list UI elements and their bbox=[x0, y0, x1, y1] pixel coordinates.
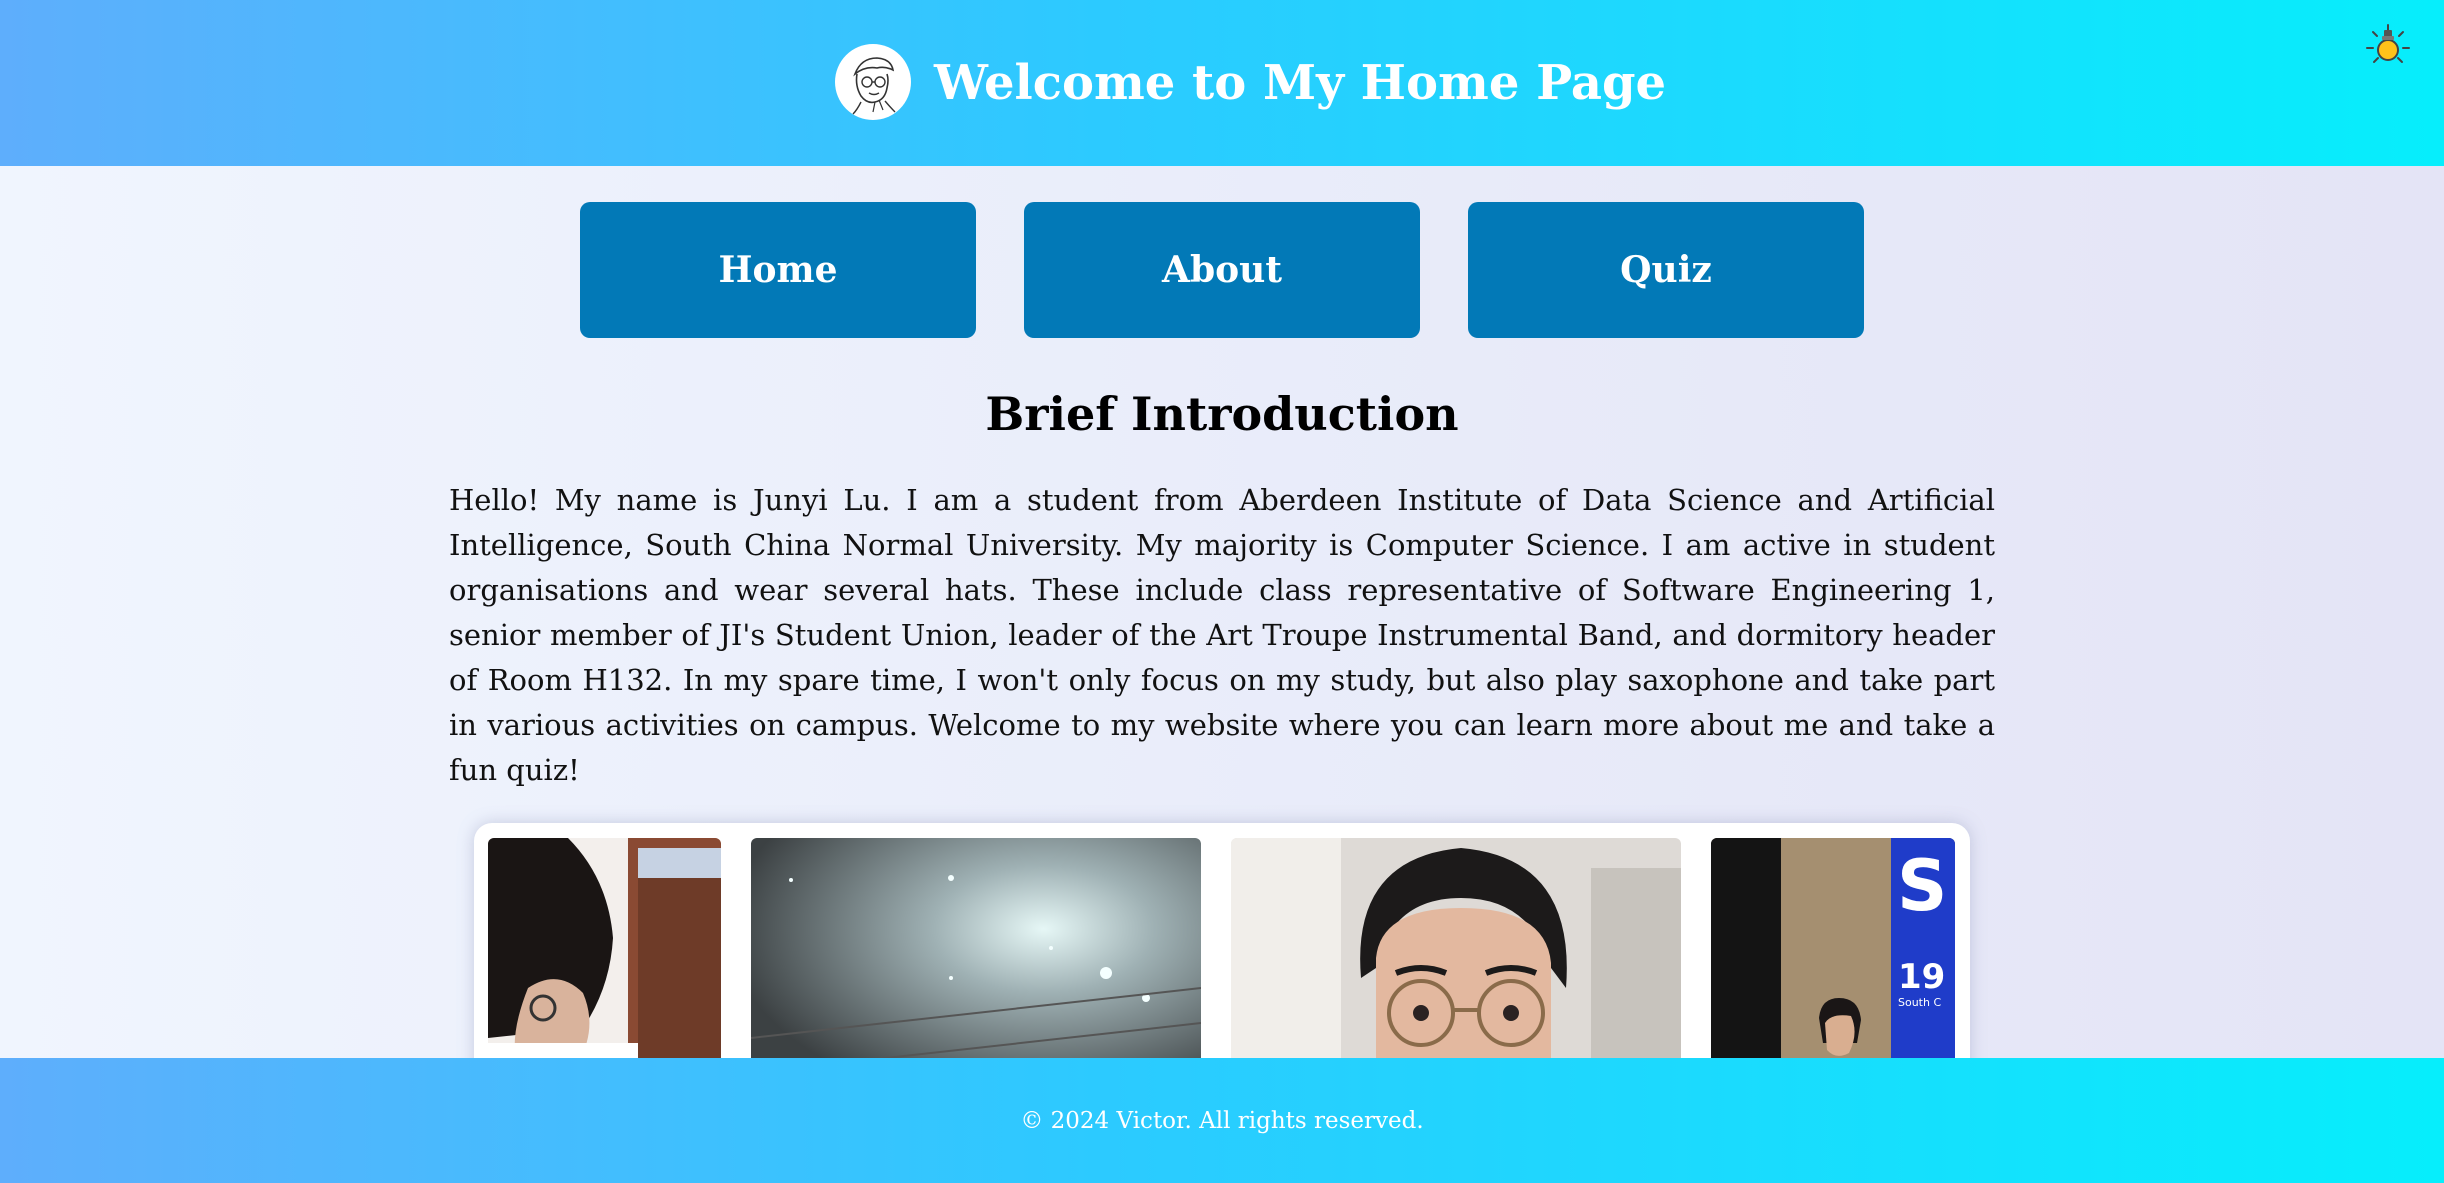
avatar-logo bbox=[835, 44, 911, 120]
site-title: Welcome to My Home Page bbox=[934, 55, 1667, 111]
copyright-text: © 2024 Victor. All rights reserved. bbox=[1020, 1107, 1424, 1134]
theme-toggle-button[interactable] bbox=[2364, 22, 2412, 70]
section-heading: Brief Introduction bbox=[985, 387, 1459, 441]
intro-paragraph: Hello! My name is Junyi Lu. I am a stude… bbox=[449, 483, 1995, 787]
nav-quiz-button[interactable]: Quiz bbox=[1468, 202, 1864, 338]
banner-caption: South C bbox=[1898, 996, 1941, 1009]
sketch-portrait-icon bbox=[836, 45, 910, 119]
site-header: Welcome to My Home Page bbox=[0, 0, 2444, 166]
nav-about-button[interactable]: About bbox=[1024, 202, 1420, 338]
nav-home-button[interactable]: Home bbox=[580, 202, 976, 338]
banner-letter: S bbox=[1897, 845, 1947, 927]
site-footer: © 2024 Victor. All rights reserved. bbox=[0, 1058, 2444, 1183]
lightbulb-icon bbox=[2366, 24, 2410, 63]
banner-number: 19 bbox=[1898, 957, 1945, 997]
